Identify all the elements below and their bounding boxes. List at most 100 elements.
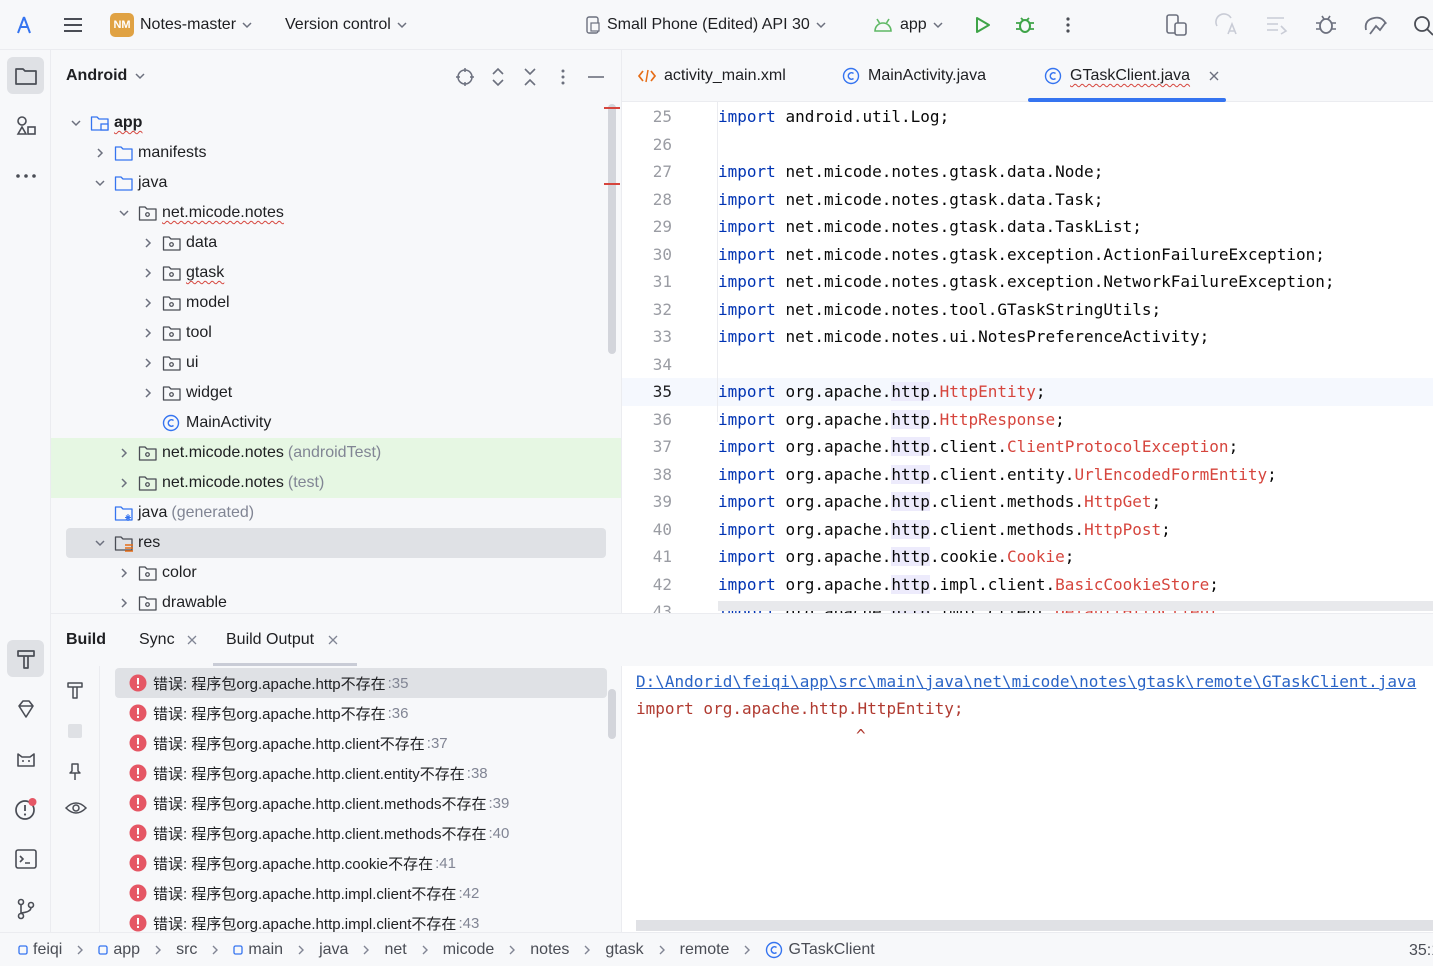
build-list-scrollbar-thumb[interactable] xyxy=(608,689,616,739)
code-line[interactable]: 42 import org.apache.http.impl.client.Bas… xyxy=(622,571,1433,599)
code-line[interactable]: 41 import org.apache.http.cookie.Cookie; xyxy=(622,543,1433,571)
code-line[interactable]: 39 import org.apache.http.client.methods.… xyxy=(622,488,1433,516)
code-line[interactable]: 40 import org.apache.http.client.methods.… xyxy=(622,516,1433,544)
select-opened-file-button[interactable] xyxy=(455,67,475,87)
error-file-link[interactable]: D:\Andorid\feiqi\app\src\main\java\net\m… xyxy=(636,672,1416,691)
tab-build-output[interactable]: Build Output xyxy=(213,614,357,666)
build-error-item[interactable]: 错误: 程序包org.apache.http.client.methods不存在… xyxy=(115,818,607,848)
close-icon[interactable] xyxy=(328,635,338,645)
tab-activity-main-xml[interactable]: activity_main.xml xyxy=(638,50,786,102)
more-actions-button[interactable] xyxy=(1058,12,1078,38)
build-error-item[interactable]: 错误: 程序包org.apache.http.client.methods不存在… xyxy=(115,788,607,818)
version-control-tool-button[interactable] xyxy=(7,890,44,927)
run-config-selector[interactable]: app xyxy=(872,12,943,38)
expand-toggle[interactable] xyxy=(116,595,132,611)
layout-inspector-button[interactable] xyxy=(1264,12,1290,38)
stop-build-button[interactable] xyxy=(67,723,83,739)
more-tool-windows-button[interactable] xyxy=(7,157,44,194)
tree-node[interactable]: ui xyxy=(51,348,621,378)
build-error-item[interactable]: 错误: 程序包org.apache.http不存在:35 xyxy=(115,668,607,698)
project-tool-button[interactable] xyxy=(7,57,44,94)
version-control-menu[interactable]: Version control xyxy=(285,12,407,38)
expand-toggle[interactable] xyxy=(116,445,132,461)
resource-manager-button[interactable] xyxy=(7,107,44,144)
tree-node[interactable]: java xyxy=(51,168,621,198)
tree-node[interactable]: color xyxy=(51,558,621,588)
expand-toggle[interactable] xyxy=(140,385,156,401)
close-icon[interactable] xyxy=(187,635,197,645)
code-line[interactable]: 34 xyxy=(622,351,1433,379)
run-button[interactable] xyxy=(972,12,992,38)
breadcrumb-item[interactable]: src xyxy=(176,941,197,959)
pin-tab-button[interactable] xyxy=(65,762,85,782)
output-horizontal-scrollbar[interactable] xyxy=(636,920,1433,931)
app-inspection-button[interactable] xyxy=(1314,12,1340,38)
device-manager-button[interactable] xyxy=(1164,12,1190,38)
code-line[interactable]: 32 import net.micode.notes.tool.GTaskStri… xyxy=(622,296,1433,324)
toggle-view-button[interactable] xyxy=(64,798,88,818)
expand-toggle[interactable] xyxy=(140,295,156,311)
project-view-selector[interactable]: Android xyxy=(66,67,145,85)
code-line[interactable]: 27 import net.micode.notes.gtask.data.Nod… xyxy=(622,158,1433,186)
main-menu-button[interactable] xyxy=(62,12,84,38)
breadcrumb-item[interactable]: gtask xyxy=(605,941,643,959)
code-line[interactable]: 29 import net.micode.notes.gtask.data.Tas… xyxy=(622,213,1433,241)
terminal-tool-button[interactable] xyxy=(7,840,44,877)
code-line[interactable]: 30 import net.micode.notes.gtask.exceptio… xyxy=(622,241,1433,269)
tree-node[interactable]: tool xyxy=(51,318,621,348)
tab-mainactivity-java[interactable]: MainActivity.java xyxy=(842,50,986,102)
breadcrumb-item[interactable]: main xyxy=(233,941,283,959)
expand-toggle[interactable] xyxy=(140,235,156,251)
breadcrumb-item[interactable]: GTaskClient xyxy=(765,941,875,959)
tree-node[interactable]: java (generated) xyxy=(51,498,621,528)
logcat-tool-button[interactable] xyxy=(7,740,44,777)
caret-position[interactable]: 35:1 xyxy=(1409,942,1433,960)
expand-toggle[interactable] xyxy=(92,145,108,161)
close-icon[interactable] xyxy=(1208,70,1220,82)
build-error-item[interactable]: 错误: 程序包org.apache.http.client不存在:37 xyxy=(115,728,607,758)
search-everywhere-button[interactable] xyxy=(1412,12,1433,38)
tab-sync[interactable]: Sync xyxy=(139,614,197,666)
code-line[interactable]: 35 import org.apache.http.HttpEntity; xyxy=(622,378,1433,406)
code-line[interactable]: 31 import net.micode.notes.gtask.exceptio… xyxy=(622,268,1433,296)
sdk-manager-button[interactable] xyxy=(1362,12,1390,38)
code-line[interactable]: 36 import org.apache.http.HttpResponse; xyxy=(622,406,1433,434)
tree-node[interactable]: gtask xyxy=(51,258,621,288)
project-selector[interactable]: NM Notes-master xyxy=(110,12,252,38)
android-studio-logo[interactable] xyxy=(12,12,36,38)
problems-tool-button[interactable] xyxy=(7,790,44,827)
breadcrumb-item[interactable]: net xyxy=(384,941,406,959)
tree-node[interactable]: drawable xyxy=(51,588,621,613)
collapse-toggle[interactable] xyxy=(92,175,108,191)
project-options-button[interactable] xyxy=(553,67,573,87)
expand-toggle[interactable] xyxy=(140,355,156,371)
build-error-item[interactable]: 错误: 程序包org.apache.http.impl.client不存在:42 xyxy=(115,878,607,908)
editor-horizontal-scrollbar[interactable] xyxy=(718,601,1433,611)
code-line[interactable]: 37 import org.apache.http.client.ClientPr… xyxy=(622,433,1433,461)
tree-node[interactable]: manifests xyxy=(51,138,621,168)
tab-gtaskclient-java[interactable]: GTaskClient.java xyxy=(1028,50,1226,102)
translate-button[interactable] xyxy=(1214,12,1240,38)
tree-node[interactable]: MainActivity xyxy=(51,408,621,438)
code-line[interactable]: 28 import net.micode.notes.gtask.data.Tas… xyxy=(622,186,1433,214)
build-rebuild-button[interactable] xyxy=(65,680,85,700)
build-error-item[interactable]: 错误: 程序包org.apache.http.impl.client不存在:43 xyxy=(115,908,607,933)
device-selector[interactable]: Small Phone (Edited) API 30 xyxy=(585,12,826,38)
expand-toggle[interactable] xyxy=(140,325,156,341)
gemini-tool-button[interactable] xyxy=(7,690,44,727)
build-error-item[interactable]: 错误: 程序包org.apache.http.cookie不存在:41 xyxy=(115,848,607,878)
breadcrumb-item[interactable]: remote xyxy=(680,941,730,959)
code-line[interactable]: 38 import org.apache.http.client.entity.U… xyxy=(622,461,1433,489)
code-line[interactable]: 26 xyxy=(622,131,1433,159)
tree-node[interactable]: data xyxy=(51,228,621,258)
expand-toggle[interactable] xyxy=(116,475,132,491)
expand-toggle[interactable] xyxy=(140,265,156,281)
debug-button[interactable] xyxy=(1014,12,1036,38)
tree-node[interactable]: app xyxy=(51,108,621,138)
breadcrumb-item[interactable]: java xyxy=(319,941,348,959)
tree-node[interactable]: net.micode.notes xyxy=(51,198,621,228)
tree-node[interactable]: widget xyxy=(51,378,621,408)
code-line[interactable]: 25 import android.util.Log; xyxy=(622,103,1433,131)
hide-panel-button[interactable] xyxy=(586,67,606,87)
breadcrumb-item[interactable]: micode xyxy=(443,941,495,959)
